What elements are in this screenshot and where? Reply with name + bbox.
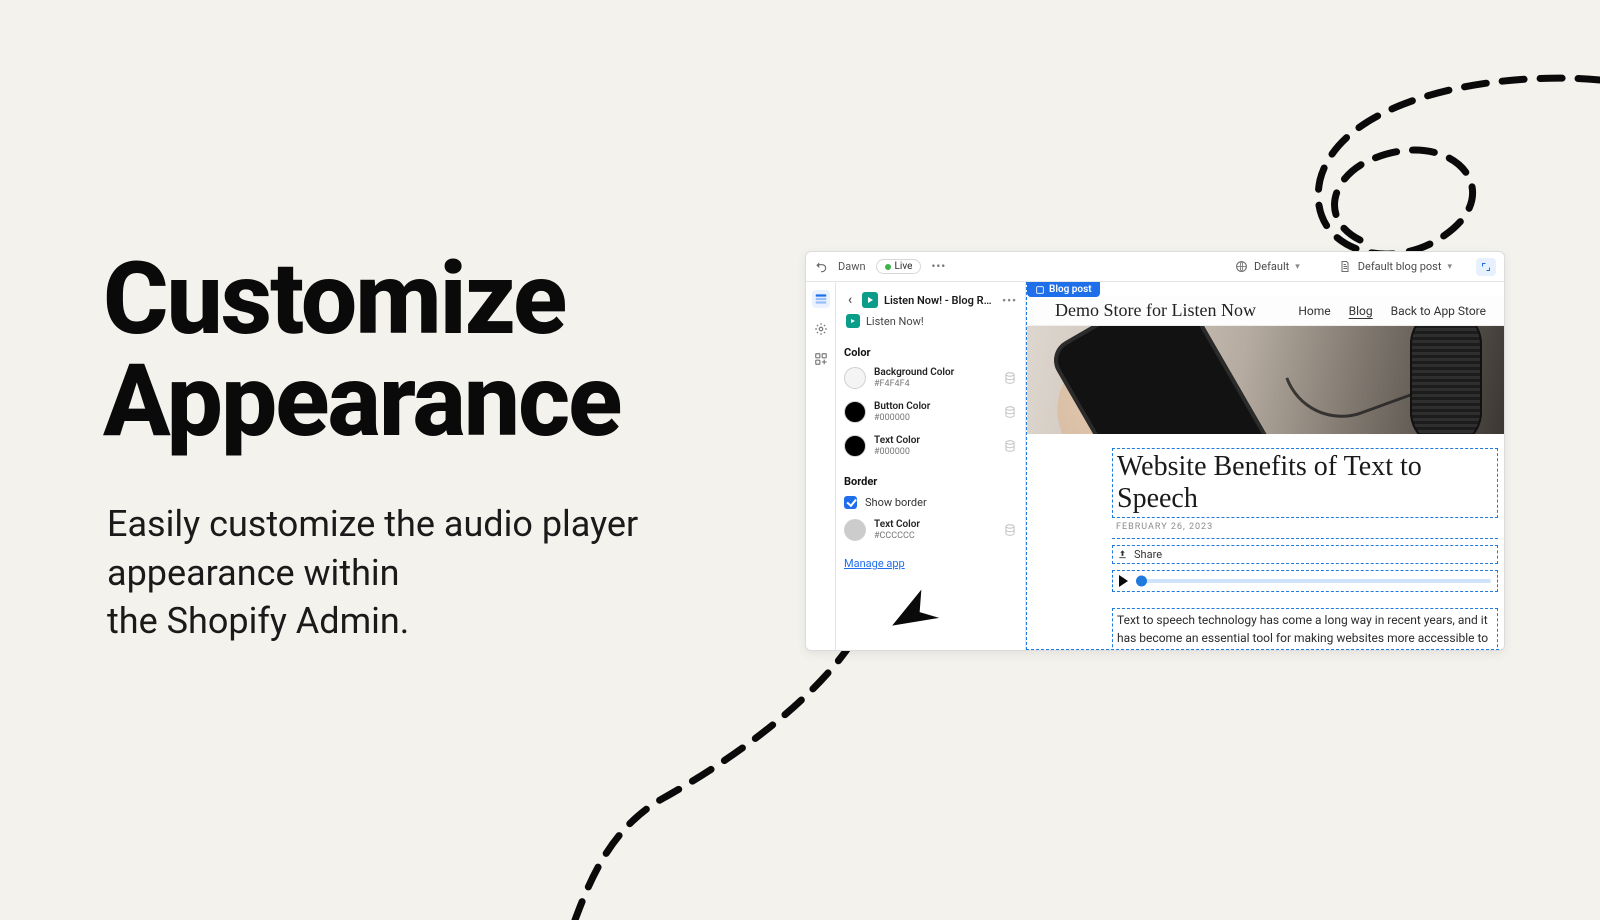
dynamic-source-icon[interactable] <box>1003 439 1017 453</box>
section-heading-color: Color <box>844 346 1017 359</box>
chevron-down-icon: ▾ <box>1447 262 1452 272</box>
swatch-icon <box>844 367 866 389</box>
dynamic-source-icon[interactable] <box>1003 405 1017 419</box>
swatch-icon <box>844 519 866 541</box>
page-selector[interactable]: Default blog post ▾ <box>1330 260 1460 274</box>
swatch-icon <box>844 401 866 423</box>
inspector-toggle[interactable] <box>1476 258 1496 276</box>
color-setting-button[interactable]: Button Color #000000 <box>844 401 1017 423</box>
play-icon[interactable] <box>1119 575 1128 587</box>
seek-thumb-icon[interactable] <box>1136 576 1147 587</box>
globe-icon <box>1234 260 1248 274</box>
section-more-icon[interactable]: ••• <box>1002 294 1017 307</box>
more-menu-icon[interactable]: ••• <box>931 260 946 273</box>
theme-editor-window: Dawn Live ••• Default ▾ Default blog pos… <box>805 251 1505 651</box>
checkbox-checked-icon <box>844 496 857 509</box>
undo-icon[interactable] <box>814 260 828 274</box>
nav-blog[interactable]: Blog <box>1349 304 1373 318</box>
article-body: Website Benefits of Text to Speech FEBRU… <box>1027 434 1504 649</box>
live-label: Live <box>895 261 913 272</box>
audio-player[interactable] <box>1112 570 1498 592</box>
color-setting-background[interactable]: Background Color #F4F4F4 <box>844 367 1017 389</box>
editor-topbar: Dawn Live ••• Default ▾ Default blog pos… <box>806 252 1504 282</box>
template-selector[interactable]: Default ▾ <box>1226 260 1308 274</box>
rail-settings-icon[interactable] <box>812 320 830 338</box>
article-title: Website Benefits of Text to Speech <box>1112 448 1498 518</box>
blog-post-tag: Blog post <box>1027 282 1100 297</box>
nav-back-to-app-store[interactable]: Back to App Store <box>1391 304 1486 318</box>
seek-track[interactable] <box>1138 579 1491 583</box>
app-badge-icon <box>846 314 860 328</box>
app-badge-icon <box>862 292 878 308</box>
dynamic-source-icon[interactable] <box>1003 371 1017 385</box>
manage-app-link[interactable]: Manage app <box>844 557 1017 570</box>
decorative-swoosh-top <box>890 60 1600 280</box>
left-rail <box>806 282 836 650</box>
swatch-icon <box>844 435 866 457</box>
share-button[interactable]: Share <box>1112 545 1498 564</box>
preview-pane: Blog post Demo Store for Listen Now Home… <box>1026 282 1504 650</box>
decorative-swoosh-bottom <box>520 620 1040 920</box>
hero-subtitle: Easily customize the audio player appear… <box>107 500 638 646</box>
rail-sections-icon[interactable] <box>812 290 830 308</box>
settings-sidebar: ‹ Listen Now! - Blog Reader ••• Listen N… <box>836 282 1026 650</box>
rail-apps-icon[interactable] <box>812 350 830 368</box>
section-heading-border: Border <box>844 475 1017 488</box>
theme-name: Dawn <box>838 260 866 273</box>
page-icon <box>1338 260 1352 274</box>
article-hero-image <box>1027 326 1504 434</box>
chevron-down-icon: ▾ <box>1295 262 1300 272</box>
article-date: FEBRUARY 26, 2023 <box>1112 518 1498 536</box>
color-setting-border[interactable]: Text Color #CCCCCC <box>844 519 1017 541</box>
color-setting-text[interactable]: Text Color #000000 <box>844 435 1017 457</box>
back-icon[interactable]: ‹ <box>844 292 856 308</box>
dynamic-source-icon[interactable] <box>1003 523 1017 537</box>
app-name-row[interactable]: Listen Now! <box>844 314 1017 328</box>
hero-title: Customize Appearance <box>103 249 620 453</box>
cursor-arrow-icon <box>886 584 940 641</box>
breadcrumb[interactable]: ‹ Listen Now! - Blog Reader ••• <box>844 292 1017 308</box>
store-brand[interactable]: Demo Store for Listen Now <box>1055 300 1256 321</box>
live-dot-icon <box>885 264 891 270</box>
nav-home[interactable]: Home <box>1298 304 1330 318</box>
article-text: Text to speech technology has come a lon… <box>1112 608 1498 649</box>
storefront-header: Demo Store for Listen Now Home Blog Back… <box>1027 296 1504 326</box>
live-badge: Live <box>876 259 922 274</box>
show-border-checkbox[interactable]: Show border <box>844 496 1017 509</box>
